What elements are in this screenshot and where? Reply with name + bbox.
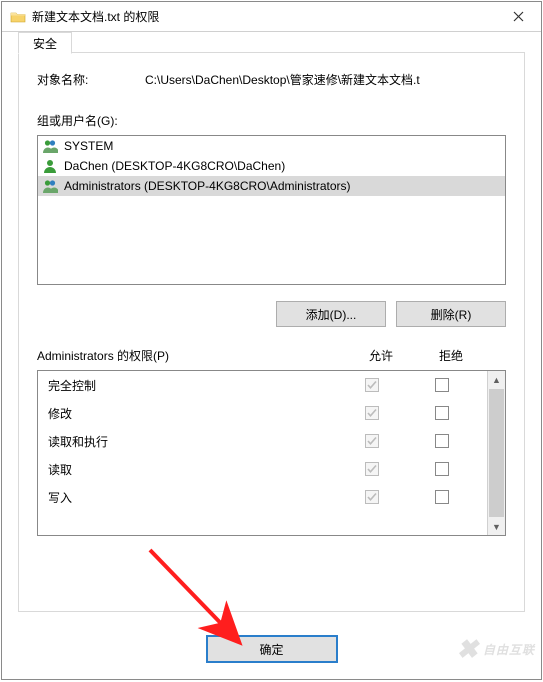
checkbox — [365, 378, 379, 392]
user-icon — [42, 158, 58, 174]
group-icon — [42, 138, 58, 154]
checkbox[interactable] — [435, 406, 449, 420]
group-icon — [42, 178, 58, 194]
principal-name: Administrators (DESKTOP-4KG8CRO\Administ… — [64, 179, 351, 193]
permission-name: 修改 — [48, 405, 337, 422]
principal-row[interactable]: Administrators (DESKTOP-4KG8CRO\Administ… — [38, 176, 505, 196]
tab-security[interactable]: 安全 — [18, 32, 72, 54]
checkbox[interactable] — [435, 462, 449, 476]
checkbox — [365, 462, 379, 476]
principal-row[interactable]: DaChen (DESKTOP-4KG8CRO\DaChen) — [38, 156, 505, 176]
remove-button[interactable]: 删除(R) — [396, 301, 506, 327]
checkbox[interactable] — [435, 378, 449, 392]
checkbox — [365, 490, 379, 504]
ok-button[interactable]: 确定 — [206, 635, 338, 663]
permission-row: 完全控制 — [38, 371, 487, 399]
scroll-down-icon[interactable]: ▼ — [488, 518, 505, 535]
checkbox[interactable] — [435, 434, 449, 448]
principal-name: SYSTEM — [64, 139, 113, 153]
dialog-footer: 确定 — [2, 619, 541, 679]
permission-name: 读取和执行 — [48, 433, 337, 450]
principal-name: DaChen (DESKTOP-4KG8CRO\DaChen) — [64, 159, 285, 173]
permission-row: 读取和执行 — [38, 427, 487, 455]
object-name-label: 对象名称: — [37, 71, 145, 88]
checkbox[interactable] — [435, 490, 449, 504]
permission-name: 完全控制 — [48, 377, 337, 394]
allow-column-header: 允许 — [346, 347, 416, 364]
close-icon — [513, 11, 524, 22]
permission-name: 写入 — [48, 489, 337, 506]
scroll-up-icon[interactable]: ▲ — [488, 371, 505, 388]
principal-row[interactable]: SYSTEM — [38, 136, 505, 156]
close-button[interactable] — [495, 2, 541, 32]
object-name-value: C:\Users\DaChen\Desktop\管家速修\新建文本文档.t — [145, 71, 506, 88]
permissions-list: 完全控制修改读取和执行读取写入 ▲ ▼ — [37, 370, 506, 536]
permissions-header-label: Administrators 的权限(P) — [37, 347, 346, 364]
add-button[interactable]: 添加(D)... — [276, 301, 386, 327]
permission-row: 修改 — [38, 399, 487, 427]
checkbox — [365, 406, 379, 420]
permission-row: 写入 — [38, 483, 487, 511]
properties-dialog: 新建文本文档.txt 的权限 安全 对象名称: C:\Users\DaChen\… — [1, 1, 542, 680]
checkbox — [365, 434, 379, 448]
folder-icon — [10, 9, 26, 25]
scroll-thumb[interactable] — [489, 389, 504, 517]
principals-list[interactable]: SYSTEM DaChen (DESKTOP-4KG8CRO\DaChen) Adm… — [37, 135, 506, 285]
window-title: 新建文本文档.txt 的权限 — [32, 8, 495, 25]
deny-column-header: 拒绝 — [416, 347, 486, 364]
tab-panel: 安全 对象名称: C:\Users\DaChen\Desktop\管家速修\新建… — [18, 52, 525, 612]
permission-row: 读取 — [38, 455, 487, 483]
title-bar: 新建文本文档.txt 的权限 — [2, 2, 541, 32]
groups-label: 组或用户名(G): — [37, 112, 506, 129]
permission-name: 读取 — [48, 461, 337, 478]
scrollbar[interactable]: ▲ ▼ — [487, 371, 505, 535]
